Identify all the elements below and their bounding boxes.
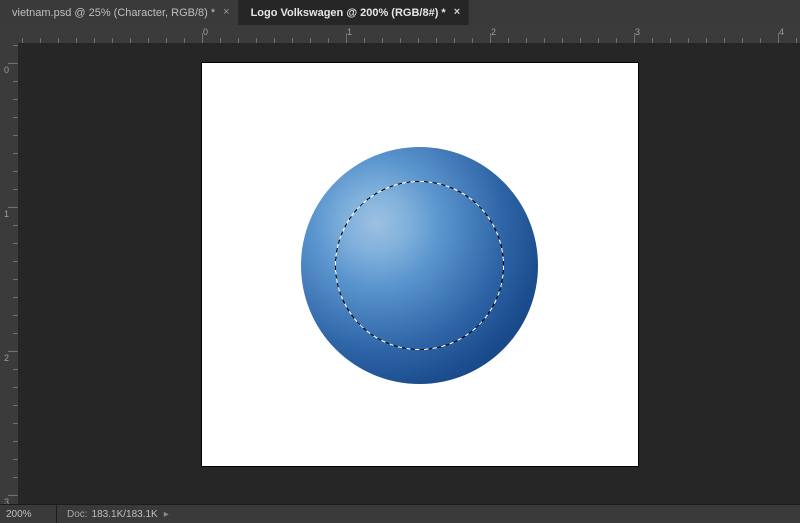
ruler-label: 2: [491, 27, 496, 37]
status-bar: 200% Doc: 183.1K/183.1K ▸: [0, 504, 800, 523]
ruler-label: 1: [4, 209, 9, 219]
ruler-horizontal[interactable]: 012345: [18, 25, 800, 44]
document-canvas[interactable]: [202, 63, 638, 466]
tab-label: Logo Volkswagen @ 200% (RGB/8#) *: [251, 7, 446, 19]
ruler-label: 2: [4, 353, 9, 363]
ruler-label: 1: [347, 27, 352, 37]
close-icon[interactable]: ×: [223, 7, 229, 18]
canvas-viewport[interactable]: [18, 43, 800, 505]
tab-label: vietnam.psd @ 25% (Character, RGB/8) *: [12, 7, 215, 19]
document-tab-bar: vietnam.psd @ 25% (Character, RGB/8) * ×…: [0, 0, 800, 26]
ruler-label: 3: [635, 27, 640, 37]
close-icon[interactable]: ×: [454, 7, 460, 18]
ruler-label: 4: [779, 27, 784, 37]
zoom-level-field[interactable]: 200%: [0, 505, 57, 523]
workspace: 012345 0123: [0, 25, 800, 505]
zoom-value: 200%: [6, 509, 32, 520]
ruler-origin-box[interactable]: [0, 25, 19, 44]
document-tab-logo-volkswagen[interactable]: Logo Volkswagen @ 200% (RGB/8#) * ×: [239, 0, 470, 25]
document-tab-vietnam[interactable]: vietnam.psd @ 25% (Character, RGB/8) * ×: [0, 0, 239, 25]
ruler-label: 0: [4, 65, 9, 75]
ruler-label: 0: [203, 27, 208, 37]
doc-size-value: 183.1K/183.1K: [92, 509, 158, 520]
doc-size-label: Doc:: [67, 509, 88, 520]
ruler-vertical[interactable]: 0123: [0, 43, 19, 505]
chevron-right-icon[interactable]: ▸: [164, 509, 169, 520]
gradient-fill-circle: [301, 147, 538, 384]
document-size-field[interactable]: Doc: 183.1K/183.1K ▸: [57, 505, 179, 523]
